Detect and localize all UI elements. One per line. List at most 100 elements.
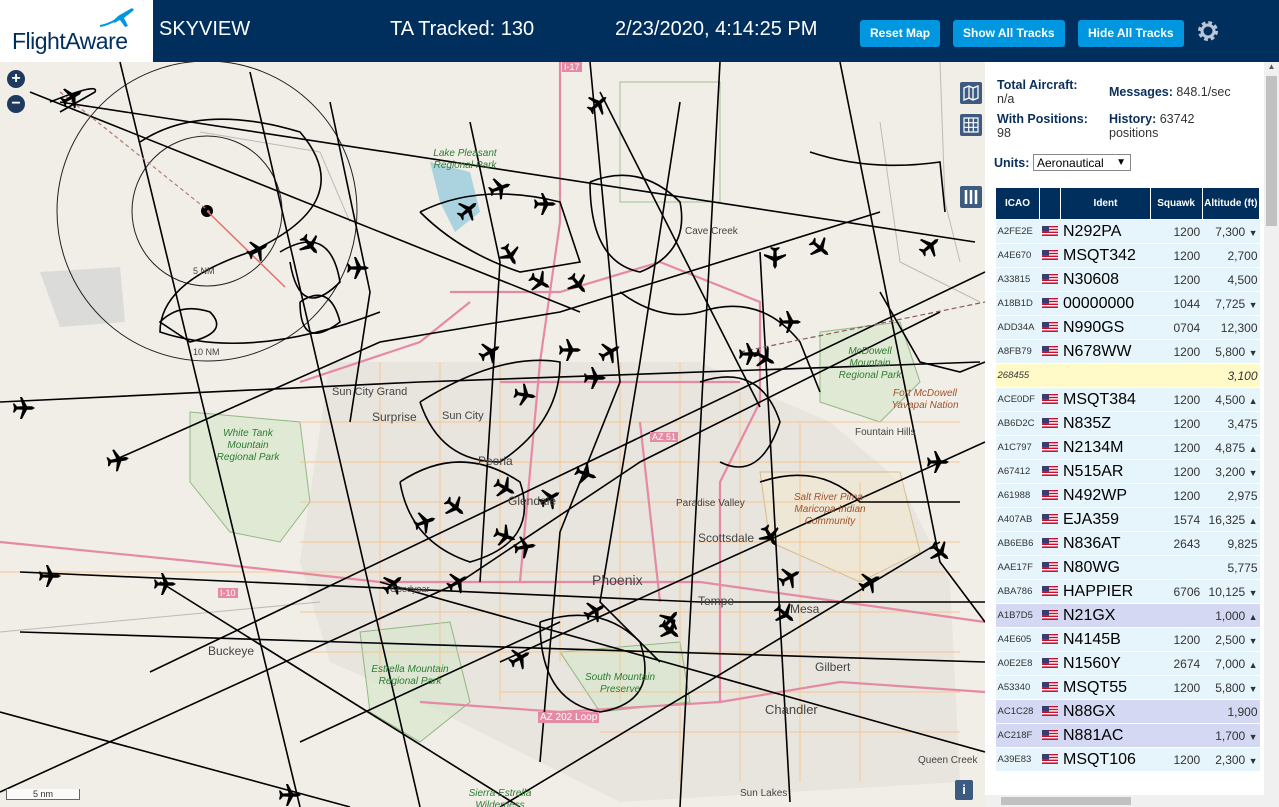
aircraft-row[interactable]: AC218F N881AC 1,700 ▼: [995, 723, 1260, 748]
aircraft-row[interactable]: A1B7D5 N21GX 1,000 ▲: [995, 603, 1260, 628]
aircraft-icon[interactable]: [279, 784, 301, 806]
aircraft-icon[interactable]: [154, 573, 176, 595]
aircraft-icon[interactable]: [525, 267, 555, 297]
reset-map-button[interactable]: Reset Map: [860, 20, 941, 47]
flag-cell: [1039, 531, 1061, 556]
aircraft-icon[interactable]: [572, 460, 600, 488]
aircraft-row[interactable]: A39E83 MSQT106 1200 2,300 ▼: [995, 747, 1260, 772]
aircraft-icon[interactable]: [505, 643, 535, 673]
aircraft-row[interactable]: AB6EB6 N836AT 2643 9,825: [995, 531, 1260, 556]
aircraft-icon[interactable]: [739, 343, 761, 365]
aircraft-icon[interactable]: [440, 492, 471, 523]
horizontal-scrollbar[interactable]: [985, 795, 1265, 807]
horizontal-scroll-thumb[interactable]: [1001, 797, 1131, 805]
aircraft-row[interactable]: A1C797 N2134M 1200 4,875 ▲: [995, 435, 1260, 460]
aircraft-icon[interactable]: [927, 451, 949, 473]
aircraft-row[interactable]: A53340 MSQT55 1200 5,800 ▼: [995, 675, 1260, 700]
ident-cell: N4145B: [1060, 627, 1150, 652]
messages-value: 848.1/sec: [1176, 85, 1231, 99]
aircraft-row[interactable]: AAE17F N80WG 5,775: [995, 555, 1260, 580]
column-toggle-button[interactable]: [960, 186, 982, 208]
aircraft-icon[interactable]: [39, 565, 61, 587]
aircraft-icon[interactable]: [57, 82, 87, 112]
grid-toggle-button[interactable]: [960, 114, 982, 136]
vertical-scrollbar[interactable]: ▲: [1264, 62, 1279, 807]
aircraft-icon[interactable]: [486, 174, 514, 202]
aircraft-row[interactable]: 268455 3,100: [995, 363, 1260, 388]
aircraft-icon[interactable]: [559, 339, 581, 361]
gear-icon[interactable]: [1195, 18, 1221, 44]
aircraft-icon[interactable]: [13, 397, 35, 419]
icao-cell: A67412: [995, 459, 1040, 484]
aircraft-icon[interactable]: [915, 231, 946, 262]
aircraft-icon[interactable]: [295, 230, 326, 261]
column-header-altitude[interactable]: Altitude (ft): [1201, 187, 1261, 220]
aircraft-icon[interactable]: [775, 562, 805, 592]
aircraft-icon[interactable]: [855, 567, 885, 597]
aircraft-row[interactable]: AB6D2C N835Z 1200 3,475: [995, 411, 1260, 436]
aircraft-icon[interactable]: [105, 447, 130, 472]
altitude-cell: 16,325 ▲: [1202, 507, 1260, 532]
aircraft-row[interactable]: A18B1D 00000000 1044 7,725 ▼: [995, 291, 1260, 316]
aircraft-row[interactable]: A4E670 MSQT342 1200 2,700: [995, 243, 1260, 268]
altitude-value: 12,300: [1220, 320, 1258, 335]
aircraft-icon[interactable]: [595, 337, 625, 367]
aircraft-icon[interactable]: [411, 508, 439, 536]
aircraft-row[interactable]: A4E605 N4145B 1200 2,500 ▼: [995, 627, 1260, 652]
map-view[interactable]: 5 NM 10 NM Surprise Sun City Sun City Gr…: [0, 62, 985, 807]
aircraft-row[interactable]: A33815 N30608 1200 4,500: [995, 267, 1260, 292]
aircraft-row[interactable]: A407AB EJA359 1574 16,325 ▲: [995, 507, 1260, 532]
aircraft-row[interactable]: A0E2E8 N1560Y 2674 7,000 ▲: [995, 651, 1260, 676]
scroll-thumb[interactable]: [1266, 76, 1277, 226]
aircraft-icon[interactable]: [495, 240, 525, 270]
aircraft-icon[interactable]: [563, 269, 594, 300]
icao-cell: 268455: [995, 363, 1040, 388]
aircraft-icon[interactable]: [584, 367, 606, 389]
aircraft-icon[interactable]: [750, 343, 780, 373]
aircraft-icon[interactable]: [764, 247, 786, 269]
zoom-out-button[interactable]: −: [7, 95, 25, 113]
aircraft-icon[interactable]: [443, 567, 473, 597]
squawk-cell: 0704: [1150, 315, 1203, 340]
hide-all-tracks-button[interactable]: Hide All Tracks: [1078, 20, 1184, 47]
place-label: Surprise: [372, 410, 417, 424]
aircraft-icon[interactable]: [512, 534, 537, 559]
aircraft-row[interactable]: A67412 N515AR 1200 3,200 ▼: [995, 459, 1260, 484]
altitude-cell: 5,800 ▼: [1202, 675, 1260, 700]
aircraft-row[interactable]: ADD34A N990GS 0704 12,300: [995, 315, 1260, 340]
aircraft-row[interactable]: AC1C28 N88GX 1,900: [995, 699, 1260, 724]
column-header-icao[interactable]: ICAO: [995, 187, 1040, 220]
altitude-cell: 12,300: [1202, 315, 1260, 340]
aircraft-icon[interactable]: [453, 195, 484, 226]
column-header-squawk[interactable]: Squawk: [1149, 187, 1203, 220]
units-select[interactable]: Aeronautical ▼: [1033, 154, 1131, 171]
us-flag-icon: [1041, 562, 1058, 573]
flag-cell: [1039, 435, 1061, 460]
place-label: Gilbert: [815, 660, 851, 674]
aircraft-icon[interactable]: [580, 596, 610, 626]
aircraft-icon[interactable]: [512, 382, 537, 407]
column-header-flag[interactable]: [1038, 187, 1062, 220]
aircraft-row[interactable]: A2FE2E N292PA 1200 7,300 ▼: [995, 219, 1260, 244]
info-button[interactable]: i: [955, 780, 973, 800]
aircraft-icon[interactable]: [805, 233, 836, 264]
altitude-value: 2,700: [1227, 248, 1258, 263]
flag-cell: [1039, 603, 1061, 628]
aircraft-icon[interactable]: [583, 89, 614, 120]
zoom-in-button[interactable]: +: [7, 70, 25, 88]
aircraft-row[interactable]: A8FB79 N678WW 1200 5,800 ▼: [995, 339, 1260, 364]
flightaware-logo[interactable]: FlightAware: [0, 0, 153, 62]
show-all-tracks-button[interactable]: Show All Tracks: [953, 20, 1065, 47]
aircraft-icon[interactable]: [347, 257, 369, 279]
aircraft-icon[interactable]: [475, 337, 505, 367]
aircraft-icon[interactable]: [243, 235, 273, 265]
map-layers-button[interactable]: [960, 82, 982, 104]
aircraft-icon[interactable]: [534, 193, 556, 215]
aircraft-row[interactable]: ABA786 HAPPIER 6706 10,125 ▼: [995, 579, 1260, 604]
aircraft-row[interactable]: ACE0DF MSQT384 1200 4,500 ▲: [995, 387, 1260, 412]
scroll-up-arrow-icon[interactable]: ▲: [1264, 62, 1279, 74]
column-header-ident[interactable]: Ident: [1060, 187, 1151, 220]
aircraft-icon[interactable]: [925, 537, 956, 568]
aircraft-icon[interactable]: [779, 311, 801, 333]
aircraft-row[interactable]: A61988 N492WP 1200 2,975: [995, 483, 1260, 508]
